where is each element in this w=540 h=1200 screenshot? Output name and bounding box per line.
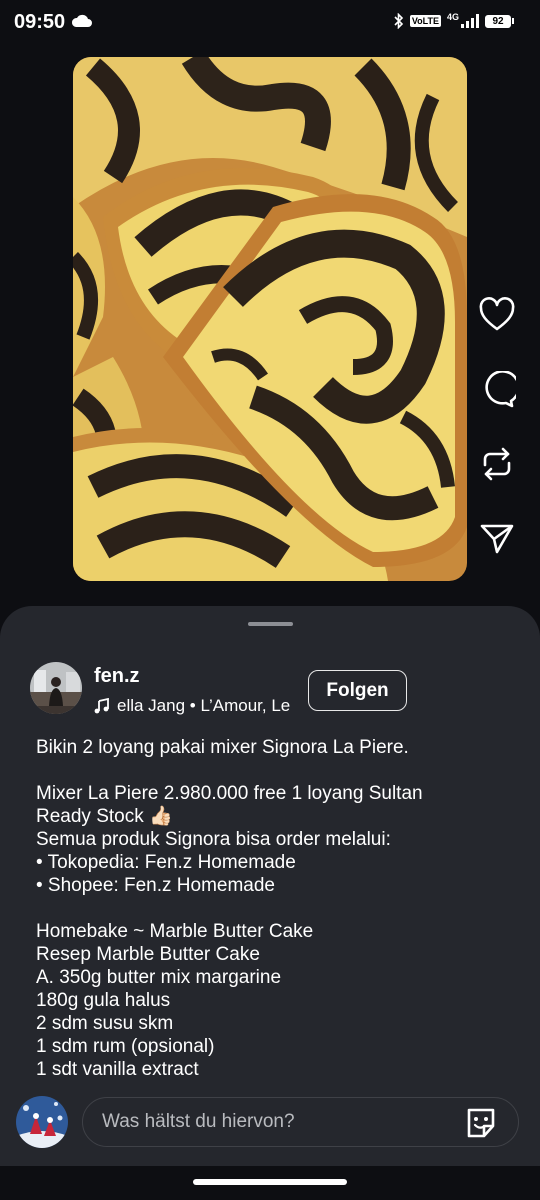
repost-icon [483, 447, 511, 481]
caption-line: Homebake ~ Marble Butter Cake [36, 921, 314, 942]
caption-line: Semua produk Signora bisa order melalui: [36, 829, 391, 850]
network-type: 4G [446, 12, 459, 22]
cloud-icon [71, 14, 92, 27]
status-bar: 09:50 VoLTE 4G 92 [0, 0, 540, 46]
avatar[interactable] [16, 1096, 68, 1148]
like-button[interactable] [476, 294, 518, 336]
comment-bar: Was hältst du hiervon? [0, 1080, 540, 1166]
username[interactable]: fen.z [94, 665, 140, 688]
caption-line: 180g gula halus [36, 990, 171, 1011]
caption-line: 2 sdm susu skm [36, 1013, 174, 1034]
comment-button[interactable] [476, 369, 518, 411]
navigation-bar [0, 1166, 540, 1200]
share-icon [480, 524, 514, 554]
caption-line: 1 sdt vanilla extract [36, 1059, 199, 1079]
music-note-icon [94, 698, 109, 714]
battery-icon: 92 [485, 14, 514, 28]
caption-line: A. 350g butter mix margarine [36, 967, 282, 988]
bluetooth-icon [394, 13, 403, 29]
caption-line: Ready Stock 👍🏻 [36, 806, 173, 827]
status-icons: VoLTE 4G 92 [394, 12, 514, 29]
avatar[interactable] [30, 662, 82, 714]
caption-line: Mixer La Piere 2.980.000 free 1 loyang S… [36, 783, 423, 804]
caption-line: • Tokopedia: Fen.z Homemade [36, 852, 296, 873]
comment-input[interactable]: Was hältst du hiervon? [82, 1097, 519, 1147]
status-time: 09:50 [14, 11, 66, 33]
music-title: ella Jang • L’Amour, Le [117, 696, 291, 715]
caption-text: Bikin 2 loyang pakai mixer Signora La Pi… [36, 736, 516, 1079]
post-image[interactable] [73, 57, 467, 581]
battery-level: 92 [492, 15, 504, 27]
comment-icon [485, 371, 516, 408]
caption-line [36, 897, 516, 920]
volte-badge: VoLTE [409, 15, 441, 27]
music-info[interactable]: ella Jang • L’Amour, Le [94, 696, 290, 716]
caption-line [36, 759, 516, 782]
follow-button[interactable]: Folgen [308, 670, 407, 711]
marble-cake-photo [73, 57, 467, 581]
comment-placeholder: Was hältst du hiervon? [102, 1111, 295, 1132]
caption-line: • Shopee: Fen.z Homemade [36, 875, 276, 896]
caption-line: Bikin 2 loyang pakai mixer Signora La Pi… [36, 737, 409, 758]
caption-line: 1 sdm rum (opsional) [36, 1036, 215, 1057]
caption-line: Resep Marble Butter Cake [36, 944, 260, 965]
own-profile-photo [16, 1096, 68, 1148]
home-indicator[interactable] [193, 1179, 347, 1185]
profile-photo [30, 662, 82, 714]
repost-button[interactable] [476, 443, 518, 485]
heart-icon [479, 297, 515, 331]
signal-icon [461, 14, 479, 28]
sticker-icon[interactable] [464, 1106, 498, 1140]
drag-handle[interactable] [248, 622, 293, 626]
share-button[interactable] [476, 518, 518, 560]
